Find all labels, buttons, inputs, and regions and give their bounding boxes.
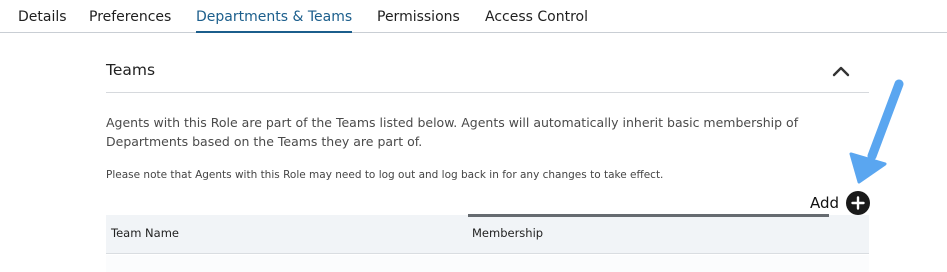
tab-departments-teams[interactable]: Departments & Teams (196, 7, 353, 33)
tab-bar: Details Preferences Departments & Teams … (0, 0, 947, 33)
section-description: Agents with this Role are part of the Te… (106, 115, 799, 149)
tab-preferences[interactable]: Preferences (89, 7, 171, 33)
plus-circle-icon[interactable] (846, 191, 870, 215)
teams-table-body (106, 255, 869, 272)
section-title: Teams (106, 61, 156, 79)
annotation-arrow-icon (849, 79, 904, 184)
section-note: Please note that Agents with this Role m… (106, 169, 664, 181)
role-editor: Details Preferences Departments & Teams … (0, 0, 947, 272)
tab-permissions[interactable]: Permissions (377, 7, 460, 33)
add-team-label[interactable]: Add (810, 193, 839, 213)
column-resize-indicator (468, 214, 829, 217)
section-divider (106, 92, 869, 93)
tab-access-control[interactable]: Access Control (485, 7, 588, 33)
column-header-membership[interactable]: Membership (472, 225, 543, 241)
column-header-team-name[interactable]: Team Name (111, 225, 179, 241)
tab-details[interactable]: Details (18, 7, 67, 33)
